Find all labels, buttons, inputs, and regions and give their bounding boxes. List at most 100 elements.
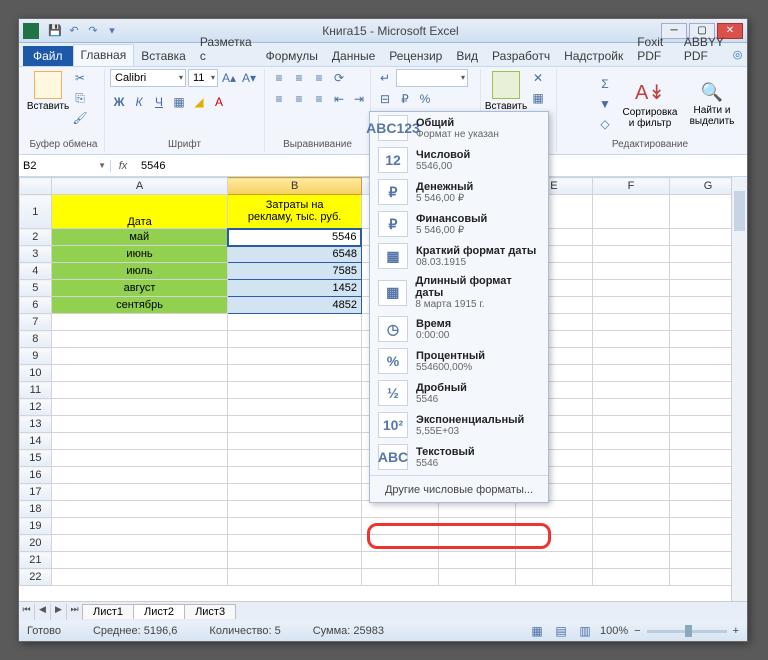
italic-button[interactable]: К — [130, 93, 148, 111]
border-button[interactable]: ▦ — [170, 93, 188, 111]
font-name-combo[interactable]: Calibri — [110, 69, 186, 87]
align-middle-icon[interactable]: ≡ — [290, 69, 308, 87]
cut-icon[interactable]: ✂ — [71, 69, 89, 87]
cell-A2[interactable]: май — [51, 229, 228, 246]
tab-view[interactable]: Вид — [449, 46, 485, 66]
number-format-item-общий[interactable]: ABC123 ОбщийФормат не указан — [370, 112, 548, 144]
tab-pagelayout[interactable]: Разметка с — [193, 32, 259, 66]
merge-icon[interactable]: ⊟ — [376, 90, 394, 108]
cell-B6[interactable]: 4852 — [228, 297, 362, 314]
cell-B3[interactable]: 6548 — [228, 246, 362, 263]
file-tab[interactable]: Файл — [23, 46, 73, 66]
fill-color-button[interactable]: ◢ — [190, 93, 208, 111]
number-format-item-числовой[interactable]: 12 Числовой5546,00 — [370, 144, 548, 176]
number-format-item-краткий-формат-даты[interactable]: ▦ Краткий формат даты08.03.1915 — [370, 240, 548, 272]
zoom-in-button[interactable]: + — [733, 625, 739, 637]
number-format-item-длинный-формат-даты[interactable]: ▦ Длинный формат даты8 марта 1915 г. — [370, 272, 548, 313]
zoom-out-button[interactable]: − — [634, 625, 640, 637]
increase-font-icon[interactable]: A▴ — [220, 69, 238, 87]
nf-icon: 12 — [378, 147, 408, 173]
cell-A1[interactable]: Дата — [51, 195, 228, 229]
sheet-tab-1[interactable]: Лист1 — [82, 604, 134, 619]
cell-A5[interactable]: август — [51, 280, 228, 297]
tab-data[interactable]: Данные — [325, 46, 382, 66]
insert-cells-button[interactable]: Вставить — [486, 69, 526, 114]
tab-foxit[interactable]: Foxit PDF — [630, 32, 677, 66]
font-color-button[interactable]: A — [210, 93, 228, 111]
paste-button[interactable]: Вставить — [28, 69, 68, 114]
cell-A4[interactable]: июль — [51, 263, 228, 280]
format-painter-icon[interactable]: 🖌 — [71, 109, 89, 127]
percent-icon[interactable]: % — [416, 90, 434, 108]
delete-cells-icon[interactable]: ✕ — [529, 69, 547, 87]
sheet-nav-next-icon[interactable]: ▶ — [51, 604, 67, 620]
number-format-more[interactable]: Другие числовые форматы... — [370, 478, 548, 502]
cell-A6[interactable]: сентябрь — [51, 297, 228, 314]
tab-formulas[interactable]: Формулы — [259, 46, 325, 66]
sort-filter-button[interactable]: A↡ Сортировка и фильтр — [620, 78, 680, 131]
font-size-combo[interactable]: 11 — [188, 69, 218, 87]
qat-save-icon[interactable]: 💾 — [47, 23, 63, 39]
name-box[interactable]: B2▼ — [19, 160, 111, 172]
number-format-item-время[interactable]: ◷ Время0:00:00 — [370, 313, 548, 345]
sheet-nav-first-icon[interactable]: ⏮ — [19, 604, 35, 620]
bold-button[interactable]: Ж — [110, 93, 128, 111]
format-cells-icon[interactable]: ▦ — [529, 89, 547, 107]
sheet-tab-2[interactable]: Лист2 — [133, 604, 185, 619]
increase-indent-icon[interactable]: ⇥ — [350, 90, 368, 108]
align-bottom-icon[interactable]: ≡ — [310, 69, 328, 87]
qat-dropdown-icon[interactable]: ▾ — [104, 23, 120, 39]
tab-review[interactable]: Рецензир — [382, 46, 449, 66]
align-right-icon[interactable]: ≡ — [310, 90, 328, 108]
view-pagebreak-icon[interactable]: ▥ — [576, 622, 594, 640]
decrease-indent-icon[interactable]: ⇤ — [330, 90, 348, 108]
number-format-item-процентный[interactable]: % Процентный554600,00% — [370, 345, 548, 377]
help-icon[interactable]: ◎ — [732, 48, 743, 66]
fill-icon[interactable]: ▼ — [596, 95, 614, 113]
zoom-level[interactable]: 100% — [600, 625, 628, 637]
col-header-B[interactable]: B — [228, 178, 362, 195]
sheet-nav-prev-icon[interactable]: ◀ — [35, 604, 51, 620]
copy-icon[interactable]: ⎘ — [71, 89, 89, 107]
decrease-font-icon[interactable]: A▾ — [240, 69, 258, 87]
tab-insert[interactable]: Вставка — [134, 46, 193, 66]
wrap-text-icon[interactable]: ↵ — [376, 69, 394, 87]
cell-A3[interactable]: июнь — [51, 246, 228, 263]
align-center-icon[interactable]: ≡ — [290, 90, 308, 108]
number-format-item-дробный[interactable]: ½ Дробный5546 — [370, 377, 548, 409]
underline-button[interactable]: Ч — [150, 93, 168, 111]
align-top-icon[interactable]: ≡ — [270, 69, 288, 87]
cell-B4[interactable]: 7585 — [228, 263, 362, 280]
tab-developer[interactable]: Разработч — [485, 46, 557, 66]
number-format-item-экспоненциальный[interactable]: 10² Экспоненциальный5,55E+03 — [370, 409, 548, 441]
autosum-icon[interactable]: Σ — [596, 75, 614, 93]
number-format-item-текстовый[interactable]: ABC Текстовый5546 — [370, 441, 548, 473]
sheet-tab-3[interactable]: Лист3 — [184, 604, 236, 619]
number-format-combo[interactable] — [396, 69, 468, 87]
find-select-button[interactable]: 🔍 Найти и выделить — [686, 80, 738, 129]
col-header-F[interactable]: F — [592, 178, 669, 195]
sheet-nav-last-icon[interactable]: ⏭ — [67, 604, 83, 620]
zoom-slider[interactable] — [647, 630, 727, 633]
view-normal-icon[interactable]: ▦ — [528, 622, 546, 640]
col-header-A[interactable]: A — [51, 178, 228, 195]
tab-addins[interactable]: Надстройк — [557, 46, 630, 66]
cell-B5[interactable]: 1452 — [228, 280, 362, 297]
select-all-corner[interactable] — [20, 178, 52, 195]
tab-home[interactable]: Главная — [73, 44, 135, 66]
currency-icon[interactable]: ₽ — [396, 90, 414, 108]
cell-B1[interactable]: Затраты нарекламу, тыс. руб. — [228, 195, 362, 229]
qat-redo-icon[interactable]: ↷ — [85, 23, 101, 39]
fx-icon[interactable]: fx — [111, 160, 135, 172]
orientation-icon[interactable]: ⟳ — [330, 69, 348, 87]
view-pagelayout-icon[interactable]: ▤ — [552, 622, 570, 640]
clear-icon[interactable]: ◇ — [596, 115, 614, 133]
align-left-icon[interactable]: ≡ — [270, 90, 288, 108]
vertical-scrollbar[interactable] — [731, 177, 747, 601]
qat-undo-icon[interactable]: ↶ — [66, 23, 82, 39]
number-format-item-денежный[interactable]: ₽ Денежный5 546,00 ₽ — [370, 176, 548, 208]
tab-abbyy[interactable]: ABBYY PDF — [677, 32, 732, 66]
number-format-item-финансовый[interactable]: ₽ Финансовый5 546,00 ₽ — [370, 208, 548, 240]
cell-B2[interactable]: 5546 — [228, 229, 362, 246]
row-header[interactable]: 1 — [20, 195, 52, 229]
